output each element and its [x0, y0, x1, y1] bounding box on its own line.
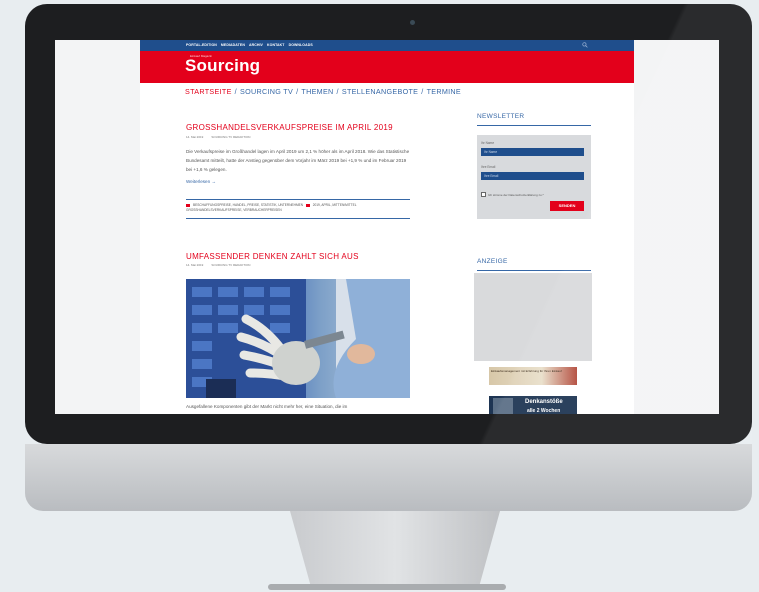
nav-separator: /: [296, 87, 299, 96]
imac-stand-base: [268, 584, 506, 590]
email-field[interactable]: Ihre Email: [481, 172, 584, 180]
nav-separator: /: [336, 87, 339, 96]
site-logo[interactable]: Sourcing: [185, 56, 260, 76]
tag-links-second[interactable]: GROSSHANDELSVERKAUFSPREISE, VERBRAUCHERP…: [186, 208, 282, 212]
name-field[interactable]: Ihr Name: [481, 148, 584, 156]
send-button[interactable]: SENDEN: [550, 201, 584, 211]
nav-separator: /: [234, 87, 237, 96]
top-nav-item-portal[interactable]: PORTAL-EDITION: [186, 43, 217, 48]
newsletter-rule: [477, 125, 591, 126]
camera-icon: [410, 20, 415, 25]
robot-hand-illustration: [186, 279, 410, 398]
main-nav-item-startseite[interactable]: STARTSEITE: [185, 87, 232, 96]
newsletter-form: Ihr Name Ihr Name Ihre Email Ihre Email …: [477, 135, 591, 219]
article-title[interactable]: UMFASSENDER DENKEN ZAHLT SICH AUS: [186, 252, 359, 261]
banner-ad-denkanstoesse[interactable]: Denkanstöße alle 2 Wochen: [489, 396, 577, 414]
brand-bar: Einkauf Magazin Sourcing: [140, 51, 634, 83]
top-nav-item-downloads[interactable]: DOWNLOADS: [289, 43, 313, 48]
article-excerpt: Ausgefallene Komponenten gibt der Markt …: [186, 404, 348, 409]
banner-text: Einkaufsmanagement mit Erfahrung für Ihr…: [491, 369, 562, 373]
name-label: Ihr Name: [481, 141, 495, 145]
main-nav-item-stellenangebote[interactable]: STELLENANGEBOTE: [342, 87, 418, 96]
ad-rule: [477, 270, 591, 271]
nav-separator: /: [421, 87, 424, 96]
search-icon[interactable]: [582, 42, 588, 48]
article-meta: 14. Mai 2019 SOURCING TV REDAKTION: [186, 263, 250, 267]
top-bar: PORTAL-EDITION MEDIADATEN ARCHIV KONTAKT…: [140, 40, 634, 51]
article-author[interactable]: SOURCING TV REDAKTION: [211, 135, 250, 139]
privacy-checkbox[interactable]: [481, 192, 486, 197]
banner-subline: alle 2 Wochen: [527, 408, 561, 414]
article-tags: BESCHAFFUNGSPREISE, HANDEL, PREISE, STAT…: [186, 199, 410, 219]
article-image[interactable]: [186, 279, 410, 398]
ad-title: ANZEIGE: [477, 258, 508, 265]
main-nav-item-termine[interactable]: TERMINE: [427, 87, 461, 96]
main-nav-item-sourcing-tv[interactable]: SOURCING TV: [240, 87, 293, 96]
article-date: 14. Mai 2019: [186, 135, 204, 139]
imac-stand: [290, 511, 500, 587]
top-nav-item-mediadaten[interactable]: MEDIADATEN: [221, 43, 245, 48]
top-nav-item-archiv[interactable]: ARCHIV: [249, 43, 263, 48]
banner-photo: [493, 398, 513, 414]
newsletter-title: NEWSLETTER: [477, 113, 525, 120]
ad-placeholder[interactable]: [474, 273, 592, 361]
article-date: 14. Mai 2019: [186, 263, 204, 267]
top-nav: PORTAL-EDITION MEDIADATEN ARCHIV KONTAKT…: [186, 43, 313, 48]
banner-headline: Denkanstöße: [525, 399, 563, 405]
read-more-link[interactable]: Weiterlesen →: [186, 179, 216, 184]
article-excerpt: Die Verkaufspreise im Großhandel lagen i…: [186, 149, 410, 172]
article-author[interactable]: SOURCING TV REDAKTION: [211, 263, 250, 267]
main-nav: STARTSEITE / SOURCING TV / THEMEN / STEL…: [185, 87, 461, 96]
tag-links[interactable]: 2019, APRIL, MITTEN/MITTEL: [313, 203, 357, 207]
website: PORTAL-EDITION MEDIADATEN ARCHIV KONTAKT…: [140, 40, 634, 414]
category-links[interactable]: BESCHAFFUNGSPREISE, HANDEL, PREISE, STAT…: [193, 203, 303, 207]
article-title[interactable]: GROSSHANDELSVERKAUFSPREISE IM APRIL 2019: [186, 123, 393, 132]
screen: PORTAL-EDITION MEDIADATEN ARCHIV KONTAKT…: [55, 40, 719, 414]
tag-list: BESCHAFFUNGSPREISE, HANDEL, PREISE, STAT…: [186, 203, 410, 213]
privacy-label: Ich stimme der Datenschutzerklärung zu.*: [488, 192, 544, 197]
tag-icon: [305, 203, 310, 207]
banner-ad-consulting[interactable]: Einkaufsmanagement mit Erfahrung für Ihr…: [489, 367, 577, 385]
imac-chin: [25, 444, 752, 511]
article-meta: 14. Mai 2019 SOURCING TV REDAKTION: [186, 135, 250, 139]
main-nav-item-themen[interactable]: THEMEN: [301, 87, 333, 96]
folder-icon: [186, 203, 190, 207]
email-label: Ihre Email: [481, 165, 496, 169]
privacy-consent[interactable]: Ich stimme der Datenschutzerklärung zu.*: [481, 192, 544, 197]
top-nav-item-kontakt[interactable]: KONTAKT: [267, 43, 285, 48]
